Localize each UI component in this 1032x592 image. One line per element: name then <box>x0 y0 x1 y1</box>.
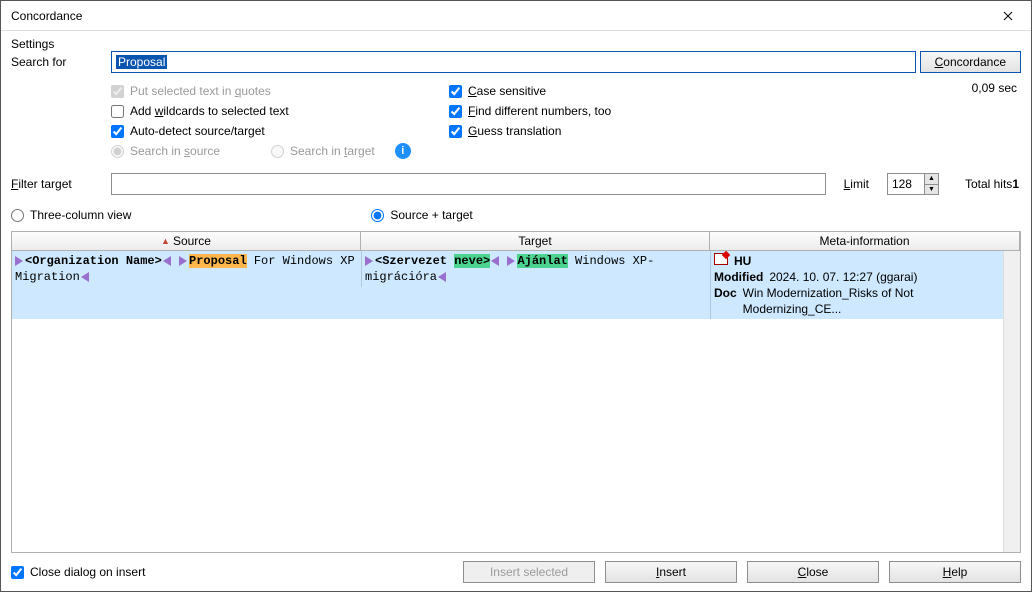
elapsed-time: 0,09 sec <box>927 81 1021 161</box>
help-button[interactable]: Help <box>889 561 1021 583</box>
tag-close-icon <box>490 255 500 267</box>
dialog-body: Settings Search for Proposal Concordance… <box>1 31 1031 591</box>
search-input-value: Proposal <box>116 55 167 69</box>
sort-indicator-icon: ▲ <box>161 236 170 246</box>
check-put-quotes-box <box>111 85 124 98</box>
titlebar: Concordance <box>1 1 1031 31</box>
insert-button[interactable]: Insert <box>605 561 737 583</box>
insert-selected-button: Insert selected <box>463 561 595 583</box>
result-source-cell: <Organization Name> Proposal For Windows… <box>12 251 361 287</box>
check-add-wildcards[interactable]: Add wildcards to selected text <box>111 101 449 121</box>
options-left-column: Put selected text in quotes Add wildcard… <box>111 81 449 161</box>
close-icon <box>1003 11 1013 21</box>
tag-open-icon <box>365 255 375 267</box>
tag-close-icon <box>437 271 447 283</box>
radio-search-target: Search in target <box>271 141 375 161</box>
window-title: Concordance <box>11 9 82 23</box>
tag-open-icon <box>179 255 189 267</box>
close-button[interactable]: Close <box>747 561 879 583</box>
column-header-meta[interactable]: Meta-information <box>710 232 1020 251</box>
column-header-target[interactable]: Target <box>361 232 710 251</box>
result-meta-cell: HU Modified2024. 10. 07. 12:27 (ggarai) … <box>710 251 1003 319</box>
options-right-column: Case sensitive Find different numbers, t… <box>449 81 927 161</box>
check-find-numbers-box[interactable] <box>449 105 462 118</box>
search-input[interactable]: Proposal <box>111 51 916 73</box>
info-icon[interactable]: i <box>395 143 411 159</box>
search-for-label: Search for <box>11 55 111 69</box>
limit-spinner[interactable]: ▲ ▼ <box>887 173 939 195</box>
check-autodetect-box[interactable] <box>111 125 124 138</box>
result-row[interactable]: <Organization Name> Proposal For Windows… <box>12 251 1003 319</box>
search-row: Search for Proposal Concordance <box>11 51 1021 73</box>
check-find-numbers[interactable]: Find different numbers, too <box>449 101 927 121</box>
radio-search-source-input <box>111 145 124 158</box>
filter-target-input[interactable] <box>111 173 826 195</box>
limit-label: Limit <box>844 177 869 191</box>
results-grid: ▲Source Target Meta-information <Organiz… <box>11 231 1021 553</box>
total-hits-value: 1 <box>1012 177 1021 191</box>
view-mode-row: Three-column view Source + target <box>11 205 1021 225</box>
search-in-radios: Search in source Search in target i <box>111 141 449 161</box>
column-header-source[interactable]: ▲Source <box>12 232 361 251</box>
filter-row: Filter target Limit ▲ ▼ Total hits 1 <box>11 173 1021 195</box>
tag-close-icon <box>80 271 90 283</box>
check-add-wildcards-box[interactable] <box>111 105 124 118</box>
check-close-on-insert[interactable]: Close dialog on insert <box>11 562 145 582</box>
check-case-sensitive[interactable]: Case sensitive <box>449 81 927 101</box>
limit-spin-down[interactable]: ▼ <box>924 185 938 195</box>
flag-icon <box>714 253 728 265</box>
settings-label: Settings <box>11 37 54 51</box>
total-hits-label: Total hits <box>965 177 1012 191</box>
tag-open-icon <box>507 255 517 267</box>
filter-target-label: Filter target <box>11 177 111 191</box>
check-close-on-insert-box[interactable] <box>11 566 24 579</box>
settings-label-row: Settings <box>11 37 1021 51</box>
check-guess-translation-box[interactable] <box>449 125 462 138</box>
tag-open-icon <box>15 255 25 267</box>
radio-source-target-input[interactable] <box>371 209 384 222</box>
radio-search-target-input <box>271 145 284 158</box>
radio-three-column-input[interactable] <box>11 209 24 222</box>
limit-spin-buttons[interactable]: ▲ ▼ <box>924 174 938 194</box>
radio-source-target[interactable]: Source + target <box>371 205 472 225</box>
tag-close-icon <box>162 255 172 267</box>
window-close-button[interactable] <box>985 1 1031 31</box>
limit-spin-up[interactable]: ▲ <box>924 174 938 185</box>
radio-search-source: Search in source <box>111 141 271 161</box>
concordance-button[interactable]: Concordance <box>920 51 1021 73</box>
check-case-sensitive-box[interactable] <box>449 85 462 98</box>
check-guess-translation[interactable]: Guess translation <box>449 121 927 141</box>
check-put-quotes: Put selected text in quotes <box>111 81 449 101</box>
footer: Close dialog on insert Insert selected I… <box>11 561 1021 583</box>
concordance-window: Concordance Settings Search for Proposal… <box>0 0 1032 592</box>
grid-header: ▲Source Target Meta-information <box>12 232 1020 251</box>
check-autodetect[interactable]: Auto-detect source/target <box>111 121 449 141</box>
radio-three-column[interactable]: Three-column view <box>11 205 131 225</box>
vertical-scrollbar[interactable] <box>1003 251 1020 552</box>
result-target-cell: <Szervezet neve> Ajánlat Windows XP-migr… <box>361 251 710 287</box>
options-area: Put selected text in quotes Add wildcard… <box>11 81 1021 161</box>
